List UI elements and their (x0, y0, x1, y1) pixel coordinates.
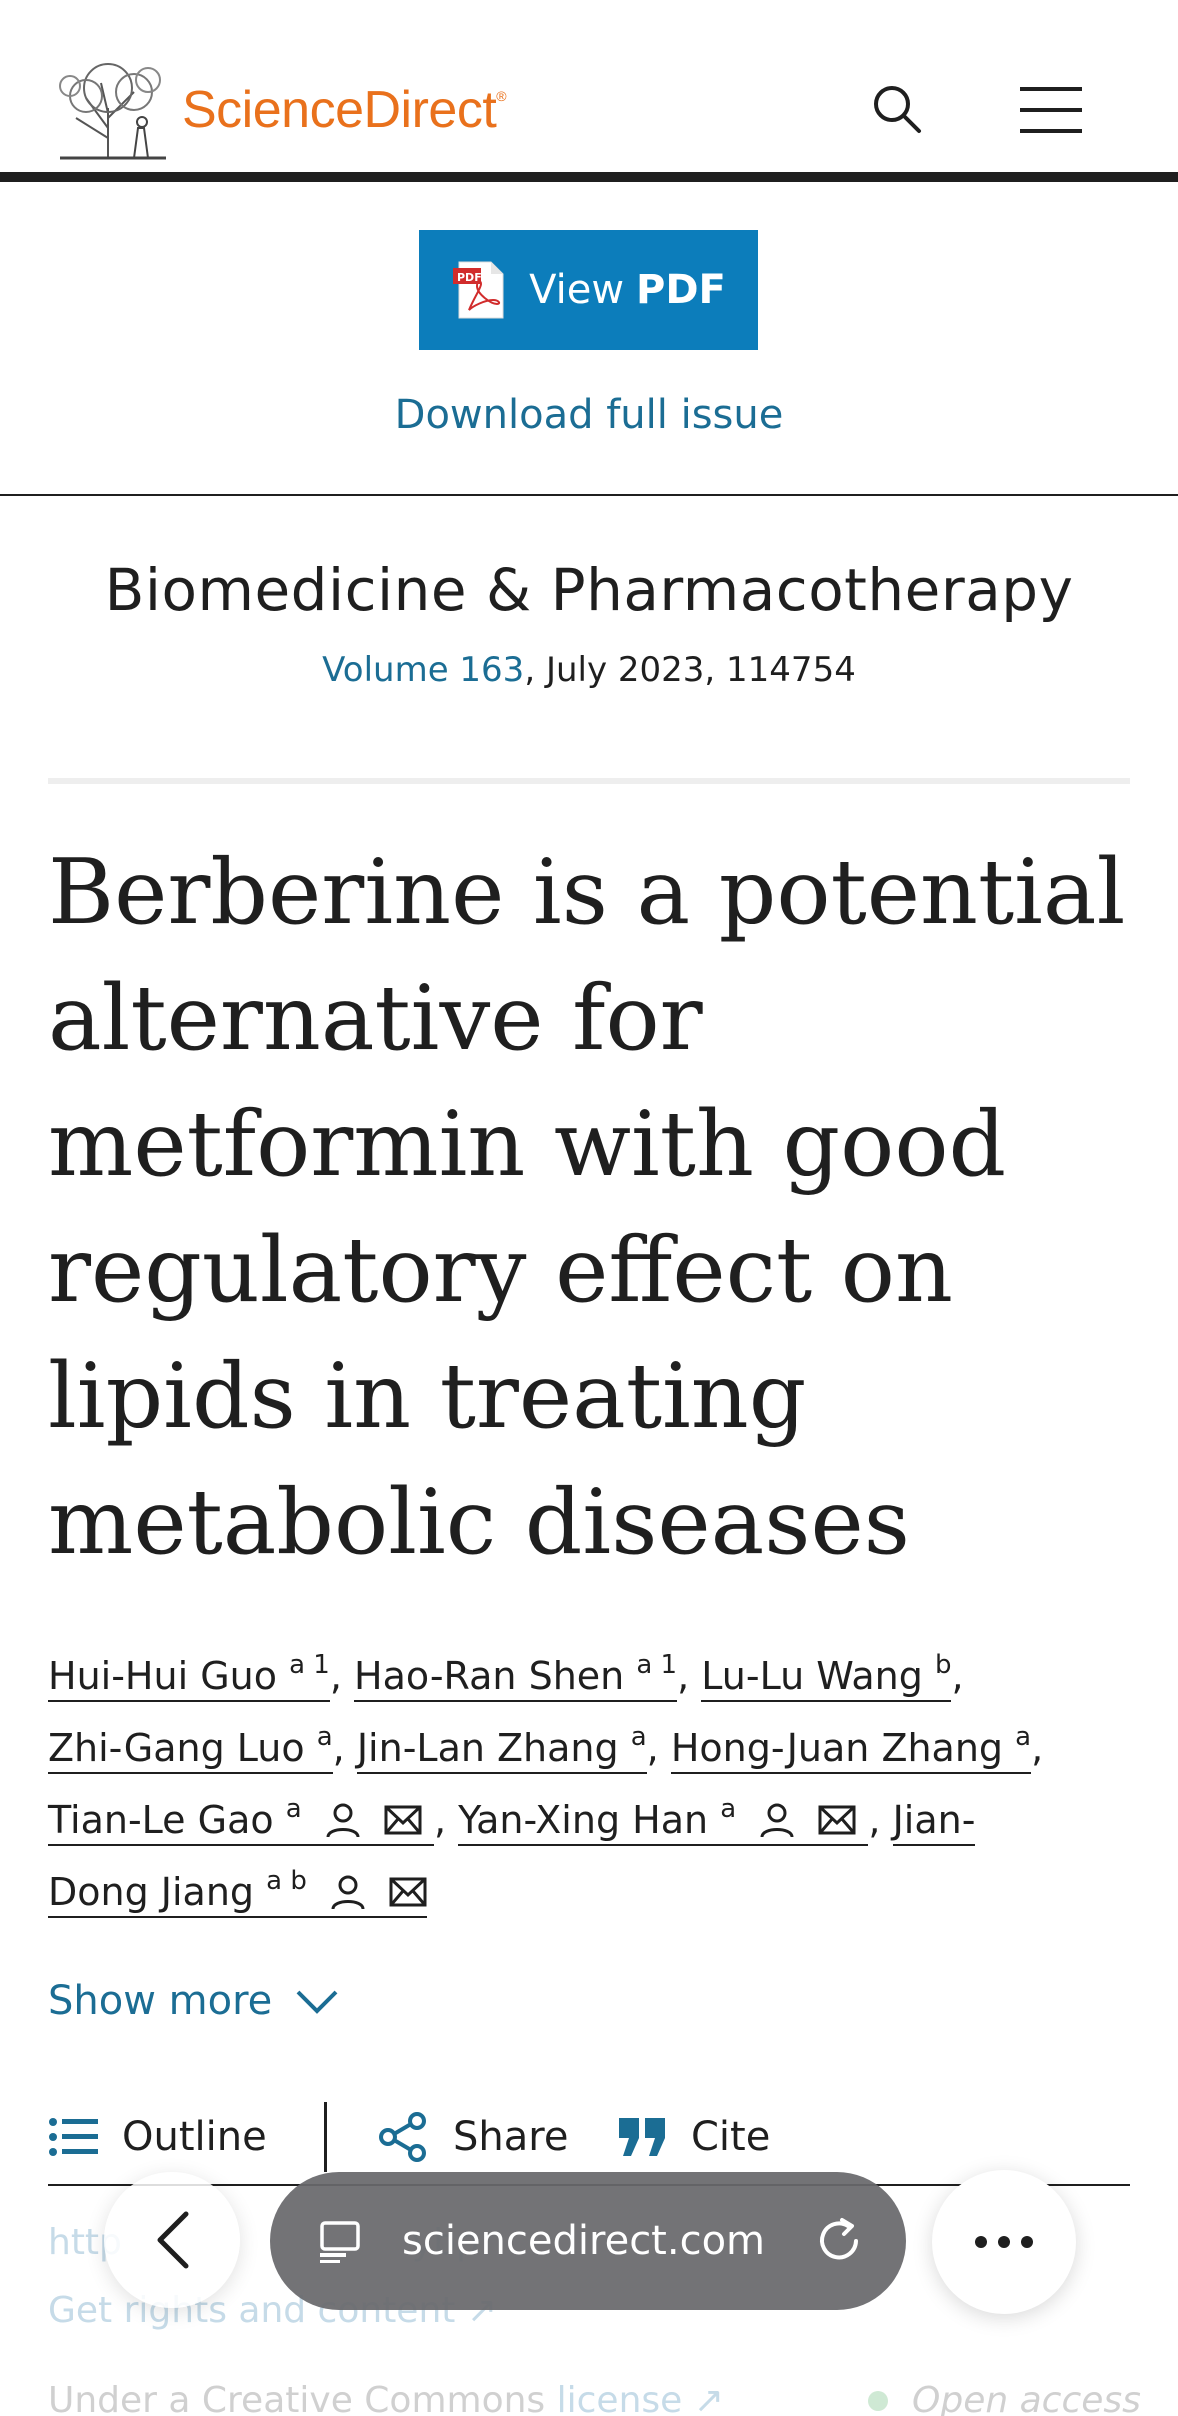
author-link[interactable]: Jin-Lan Zhang a (356, 1724, 647, 1774)
outline-button[interactable]: Outline (48, 2102, 324, 2172)
browser-url: sciencedirect.com (402, 2218, 766, 2264)
pdf-file-icon: PDF (453, 261, 504, 319)
article-title: Berberine is a potential alternative for… (48, 840, 1126, 1575)
open-access-dot-icon (868, 2390, 888, 2411)
author-link[interactable]: Lu-Lu Wang b (701, 1652, 952, 1702)
author-link[interactable]: Dong Jiang a b (48, 1868, 428, 1918)
quote-icon (619, 2118, 665, 2156)
logo-wordmark: ScienceDirect® (182, 81, 507, 139)
author-list: Hui-Hui Guo a 1, Hao-Ran Shen a 1, Lu-Lu… (48, 1640, 1138, 1928)
author-link[interactable]: Tian-Le Gao a (48, 1796, 434, 1846)
outline-label: Outline (122, 2114, 267, 2160)
license-link[interactable]: license ↗ (557, 2380, 724, 2416)
divider (48, 778, 1130, 784)
view-pdf-label: View (529, 267, 625, 313)
author-link[interactable]: Jian- (892, 1798, 976, 1846)
open-access-badge: Open access (868, 2380, 1141, 2416)
site-info-icon (320, 2221, 360, 2263)
author-link[interactable]: Hui-Hui Guo a 1 (48, 1652, 330, 1702)
volume-link[interactable]: Volume 163 (322, 650, 524, 690)
author-link[interactable]: Yan-Xing Han a (458, 1796, 869, 1846)
pdf-actions: PDF View PDF Download full issue (0, 192, 1178, 496)
browser-more-button[interactable] (932, 2170, 1076, 2314)
person-icon (326, 1803, 360, 1838)
person-icon (760, 1803, 794, 1838)
volume-info: Volume 163, July 2023, 114754 (0, 650, 1178, 690)
hamburger-menu-icon (1020, 87, 1082, 133)
email-icon (818, 1805, 856, 1835)
cite-button[interactable]: Cite (617, 2102, 770, 2172)
share-label: Share (453, 2114, 569, 2160)
list-icon (49, 2118, 98, 2156)
search-icon (874, 86, 921, 133)
issue-details: , July 2023, 114754 (524, 650, 856, 690)
journal-title[interactable]: Biomedicine & Pharmacotherapy (0, 556, 1178, 624)
reload-icon[interactable] (812, 2214, 866, 2268)
more-dots-icon (975, 2236, 1033, 2248)
chevron-left-icon (157, 2211, 189, 2269)
email-icon (384, 1805, 422, 1835)
browser-address-bar[interactable]: sciencedirect.com (270, 2172, 906, 2310)
show-more-button[interactable]: Show more (48, 1978, 340, 2024)
cite-label: Cite (691, 2114, 771, 2160)
site-header: ScienceDirect® (0, 0, 1178, 182)
view-pdf-button[interactable]: PDF View PDF (419, 230, 758, 350)
toolbar-divider (324, 2102, 327, 2172)
author-link[interactable]: Hao-Ran Shen a 1 (354, 1652, 678, 1702)
share-icon (379, 2112, 426, 2162)
email-icon (389, 1877, 427, 1907)
search-button[interactable] (866, 78, 928, 140)
download-full-issue-link[interactable]: Download full issue (0, 392, 1178, 438)
sciencedirect-logo[interactable]: ScienceDirect® (56, 56, 536, 164)
pdf-label: PDF (636, 267, 726, 313)
menu-button[interactable] (1018, 80, 1084, 140)
share-button[interactable]: Share (377, 2102, 617, 2172)
person-icon (331, 1875, 365, 1910)
show-more-label: Show more (48, 1978, 273, 2024)
chevron-down-icon (296, 1990, 338, 2014)
author-link[interactable]: Zhi-Gang Luo a (48, 1724, 333, 1774)
browser-back-button[interactable] (104, 2172, 240, 2308)
author-link[interactable]: Hong-Juan Zhang a (670, 1724, 1032, 1774)
elsevier-tree-icon (59, 63, 166, 160)
